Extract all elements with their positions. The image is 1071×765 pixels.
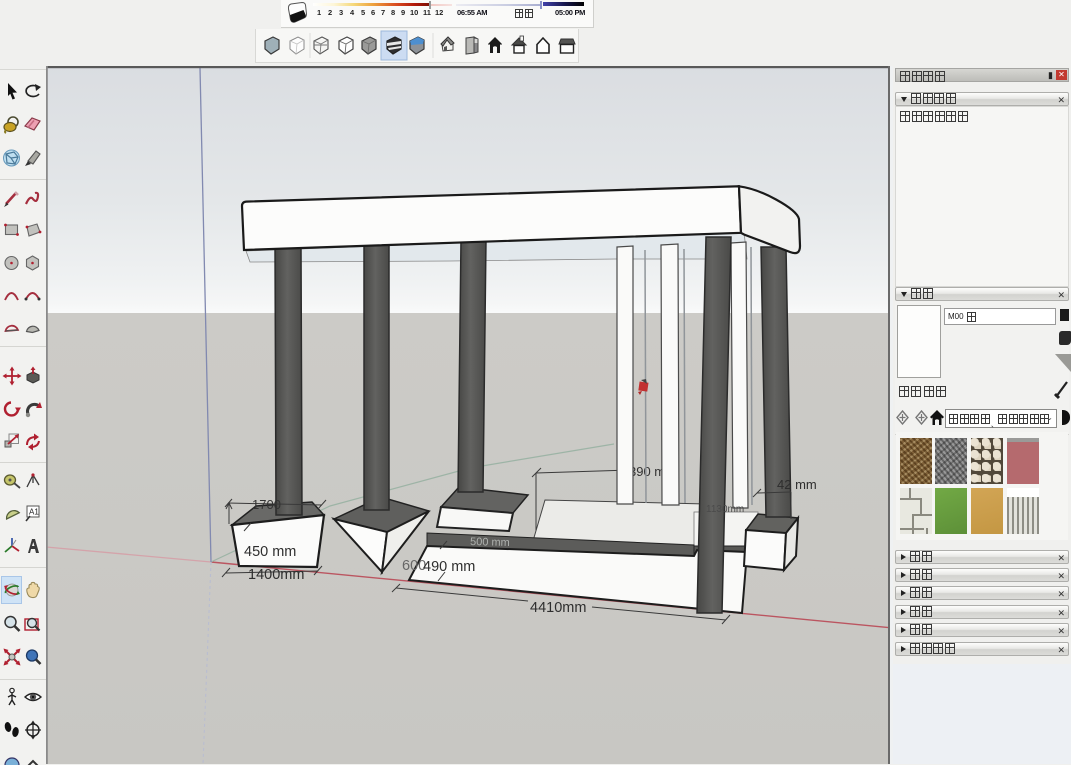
svg-text:4410mm: 4410mm (530, 600, 586, 616)
svg-text:1400mm: 1400mm (248, 567, 304, 583)
svg-text:42 mm: 42 mm (777, 477, 817, 492)
svg-text:A1: A1 (29, 508, 39, 517)
svg-text:1700: 1700 (252, 497, 281, 512)
svg-text:450 mm: 450 mm (244, 544, 296, 560)
svg-text:1130mm: 1130mm (706, 504, 744, 515)
svg-text:490 mm: 490 mm (423, 559, 475, 575)
svg-text:500 mm: 500 mm (470, 536, 510, 549)
